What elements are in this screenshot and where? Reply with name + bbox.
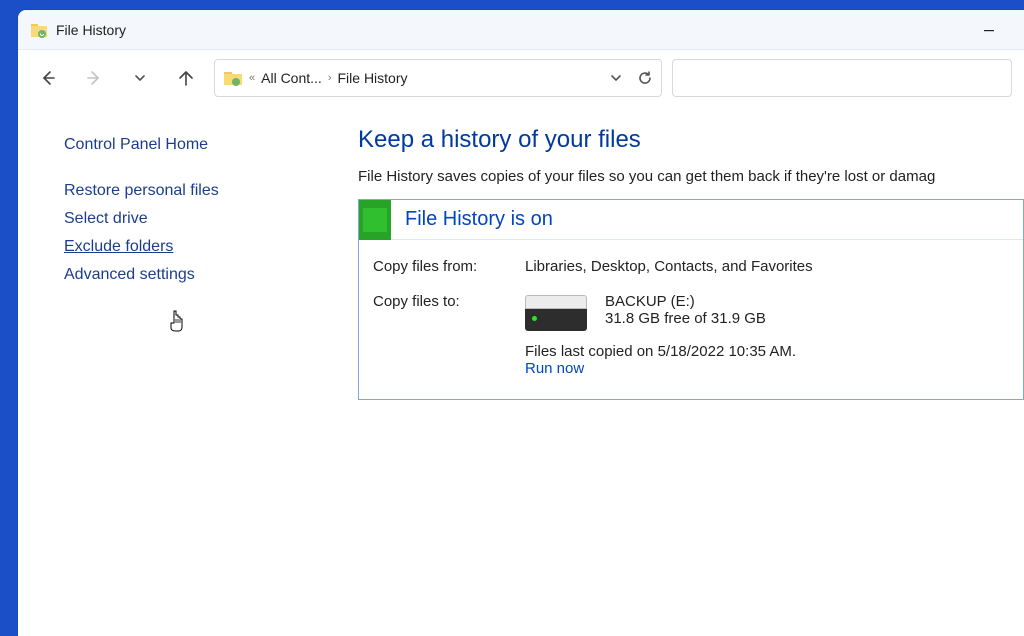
status-on-icon bbox=[359, 200, 391, 240]
search-input[interactable] bbox=[672, 59, 1012, 97]
breadcrumb-root[interactable]: All Cont... bbox=[261, 70, 322, 86]
refresh-button[interactable] bbox=[637, 70, 653, 86]
sidebar-select-drive[interactable]: Select drive bbox=[64, 210, 308, 228]
run-now-link[interactable]: Run now bbox=[525, 360, 584, 377]
minimize-button[interactable] bbox=[966, 14, 1012, 46]
address-dropdown-icon[interactable] bbox=[609, 71, 623, 85]
breadcrumb[interactable]: « All Cont... › File History bbox=[249, 70, 408, 86]
app-icon bbox=[30, 21, 48, 39]
control-panel-home-link[interactable]: Control Panel Home bbox=[64, 136, 308, 154]
sidebar: Control Panel Home Restore personal file… bbox=[18, 106, 328, 636]
sidebar-restore-personal-files[interactable]: Restore personal files bbox=[64, 182, 308, 200]
back-button[interactable] bbox=[30, 60, 66, 96]
sidebar-exclude-folders[interactable]: Exclude folders bbox=[64, 238, 308, 256]
page-heading: Keep a history of your files bbox=[358, 126, 1024, 154]
page-description: File History saves copies of your files … bbox=[358, 168, 1024, 185]
copy-from-value: Libraries, Desktop, Contacts, and Favori… bbox=[525, 258, 813, 275]
address-bar[interactable]: « All Cont... › File History bbox=[214, 59, 662, 97]
status-title: File History is on bbox=[405, 208, 553, 231]
last-copied-text: Files last copied on 5/18/2022 10:35 AM. bbox=[525, 343, 1009, 360]
forward-button[interactable] bbox=[76, 60, 112, 96]
main-content: Keep a history of your files File Histor… bbox=[328, 106, 1024, 636]
drive-free-space: 31.8 GB free of 31.9 GB bbox=[605, 310, 766, 327]
copy-to-label: Copy files to: bbox=[373, 293, 525, 331]
drive-icon bbox=[525, 295, 587, 331]
sidebar-advanced-settings[interactable]: Advanced settings bbox=[64, 266, 308, 284]
up-button[interactable] bbox=[168, 60, 204, 96]
drive-name: BACKUP (E:) bbox=[605, 293, 766, 310]
toolbar: « All Cont... › File History bbox=[18, 50, 1024, 106]
folder-icon bbox=[223, 68, 243, 88]
copy-from-label: Copy files from: bbox=[373, 258, 525, 275]
window: File History « bbox=[18, 10, 1024, 636]
titlebar: File History bbox=[18, 10, 1024, 50]
chevron-right-icon: › bbox=[328, 72, 332, 84]
breadcrumb-current[interactable]: File History bbox=[338, 70, 408, 86]
chevron-left-icon: « bbox=[249, 72, 255, 84]
status-header: File History is on bbox=[359, 200, 1023, 240]
status-panel: File History is on Copy files from: Libr… bbox=[358, 199, 1024, 400]
recent-dropdown-button[interactable] bbox=[122, 60, 158, 96]
window-title: File History bbox=[56, 22, 126, 38]
